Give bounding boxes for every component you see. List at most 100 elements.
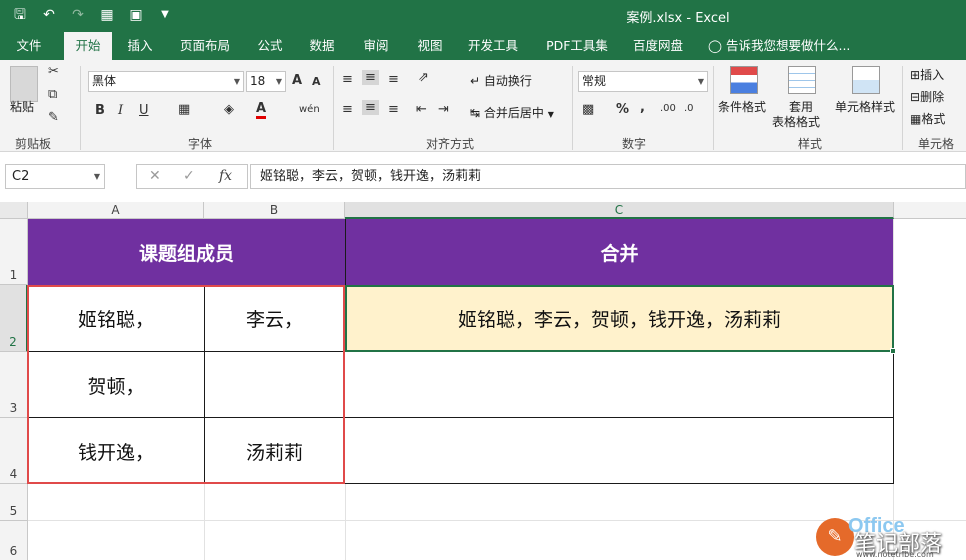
top-align-icon[interactable]: ≡ xyxy=(342,72,353,87)
select-all-corner[interactable] xyxy=(0,202,28,219)
insert-function-icon[interactable]: fx xyxy=(219,168,232,184)
italic-button[interactable]: I xyxy=(118,103,123,118)
middle-align-icon[interactable]: ≡ xyxy=(362,70,379,85)
insert-cells-button[interactable]: ⊞插入 xyxy=(910,66,944,83)
row-header-2[interactable]: 2 xyxy=(0,285,28,352)
lightbulb-icon: ◯ xyxy=(708,38,722,53)
format-as-table-icon[interactable] xyxy=(788,66,816,94)
tell-me-box[interactable]: ◯ 告诉我您想要做什么... xyxy=(708,32,850,60)
bold-button[interactable]: B xyxy=(95,103,105,118)
insert-cells-icon: ⊞ xyxy=(910,68,921,82)
column-header-d[interactable] xyxy=(894,202,966,219)
fill-handle[interactable] xyxy=(890,348,896,354)
row-number: 3 xyxy=(9,401,18,415)
column-header-c[interactable]: C xyxy=(345,202,894,219)
tab-page-layout[interactable]: 页面布局 xyxy=(174,32,236,60)
ribbon-tabs: 文件 开始 插入 页面布局 公式 数据 审阅 视图 开发工具 PDF工具集 百度… xyxy=(0,32,966,60)
number-format-select[interactable]: 常规 ▼ xyxy=(578,71,708,92)
row-header-4[interactable]: 4 xyxy=(0,418,28,484)
cell-a1-header[interactable]: 课题组成员 xyxy=(28,219,345,285)
grow-font-icon[interactable]: A xyxy=(292,73,302,88)
orientation-icon[interactable]: ⇗ xyxy=(418,70,429,85)
format-as-table-label-2[interactable]: 表格格式 xyxy=(772,113,820,130)
tab-developer[interactable]: 开发工具 xyxy=(462,32,524,60)
comma-button[interactable]: , xyxy=(640,100,645,115)
copy-icon[interactable]: ⧉ xyxy=(48,87,57,102)
underline-button[interactable]: U xyxy=(139,103,149,118)
align-right-icon[interactable]: ≡ xyxy=(388,102,399,117)
font-color-icon[interactable]: A xyxy=(256,102,267,119)
row-number: 6 xyxy=(9,544,18,558)
merge-center-button[interactable]: ↹ 合并后居中 ▼ xyxy=(470,104,554,121)
tab-formulas[interactable]: 公式 xyxy=(250,32,290,60)
bottom-align-icon[interactable]: ≡ xyxy=(388,72,399,87)
delete-cells-button[interactable]: ⊟删除 xyxy=(910,88,944,105)
tab-home[interactable]: 开始 xyxy=(64,32,112,60)
column-header-a[interactable]: A xyxy=(28,202,204,219)
merge-center-label: 合并后居中 xyxy=(483,106,544,120)
gridline xyxy=(204,484,205,560)
delete-cells-label: 删除 xyxy=(920,90,945,104)
decrease-decimal-icon[interactable]: .0 xyxy=(684,103,694,114)
border-line xyxy=(345,483,894,484)
tab-baidu-netdisk[interactable]: 百度网盘 xyxy=(626,32,690,60)
conditional-formatting-button[interactable]: 条件格式 xyxy=(718,98,766,115)
border-line xyxy=(345,219,346,285)
number-format-value: 常规 xyxy=(582,74,607,88)
shrink-font-icon[interactable]: A xyxy=(312,75,321,88)
borders-icon[interactable]: ▦ xyxy=(178,102,190,117)
paste-icon[interactable] xyxy=(10,66,38,102)
chevron-down-icon: ▼ xyxy=(547,110,554,119)
increase-indent-icon[interactable]: ⇥ xyxy=(438,102,449,117)
cancel-icon[interactable]: ✕ xyxy=(149,168,161,184)
formula-input[interactable]: 姬铭聪，李云，贺顿，钱开逸，汤莉莉 xyxy=(250,164,966,189)
currency-icon[interactable]: ▩ xyxy=(582,102,594,117)
separator xyxy=(572,66,573,150)
cell-c4[interactable] xyxy=(345,418,894,484)
title-bar: 🖫 ↶ ↷ ▦ ▣ ▼ 案例.xlsx - Excel xyxy=(0,0,966,32)
percent-button[interactable]: % xyxy=(616,102,629,117)
merge-center-icon: ↹ xyxy=(470,106,481,120)
conditional-formatting-icon[interactable] xyxy=(730,66,758,94)
name-box[interactable]: C2 ▼ xyxy=(5,164,105,189)
cell-c3[interactable] xyxy=(345,352,894,418)
tab-view[interactable]: 视图 xyxy=(410,32,450,60)
format-cells-icon: ▦ xyxy=(910,112,922,126)
row-header-6[interactable]: 6 xyxy=(0,521,28,560)
enter-icon[interactable]: ✓ xyxy=(183,168,195,184)
row-header-3[interactable]: 3 xyxy=(0,352,28,418)
tab-data[interactable]: 数据 xyxy=(302,32,342,60)
paste-button[interactable]: 粘贴 xyxy=(10,98,34,115)
cell-c1-header[interactable]: 合并 xyxy=(346,219,893,285)
tab-file[interactable]: 文件 xyxy=(8,32,50,60)
cell-styles-icon[interactable] xyxy=(852,66,880,94)
align-left-icon[interactable]: ≡ xyxy=(342,102,353,117)
font-size-select[interactable]: 18 ▼ xyxy=(246,71,286,92)
row-header-5[interactable]: 5 xyxy=(0,484,28,521)
alignment-group-label: 对齐方式 xyxy=(425,137,474,151)
row-header-1[interactable]: 1 xyxy=(0,219,28,285)
font-name-select[interactable]: 黑体 ▼ xyxy=(88,71,244,92)
separator xyxy=(902,66,903,150)
increase-decimal-icon[interactable]: .00 xyxy=(660,103,676,114)
delete-cells-icon: ⊟ xyxy=(910,90,921,104)
decrease-indent-icon[interactable]: ⇤ xyxy=(416,102,427,117)
tab-review[interactable]: 审阅 xyxy=(356,32,396,60)
fill-color-icon[interactable]: ◈ xyxy=(224,102,234,117)
ribbon: 粘贴 ✂ ⧉ ✎ 剪贴板 黑体 ▼ 18 ▼ A A B I U ▦ ◈ A w… xyxy=(0,60,966,152)
tab-insert[interactable]: 插入 xyxy=(120,32,160,60)
phonetic-guide-icon[interactable]: wén xyxy=(299,104,320,115)
chevron-down-icon: ▼ xyxy=(93,172,100,181)
wrap-text-button[interactable]: ↵ 自动换行 xyxy=(470,72,532,89)
separator xyxy=(80,66,81,150)
window-title: 案例.xlsx - Excel xyxy=(626,11,730,26)
align-center-icon[interactable]: ≡ xyxy=(362,100,379,115)
watermark: ✎ Office 笔记部落 www.notetribe.com xyxy=(806,512,966,560)
separator xyxy=(713,66,714,150)
format-painter-icon[interactable]: ✎ xyxy=(48,110,59,125)
cell-styles-button[interactable]: 单元格样式 xyxy=(835,98,895,115)
tab-pdf-tools[interactable]: PDF工具集 xyxy=(540,32,614,60)
cut-icon[interactable]: ✂ xyxy=(48,64,59,79)
format-cells-button[interactable]: ▦格式 xyxy=(910,110,945,127)
column-header-b[interactable]: B xyxy=(204,202,345,219)
